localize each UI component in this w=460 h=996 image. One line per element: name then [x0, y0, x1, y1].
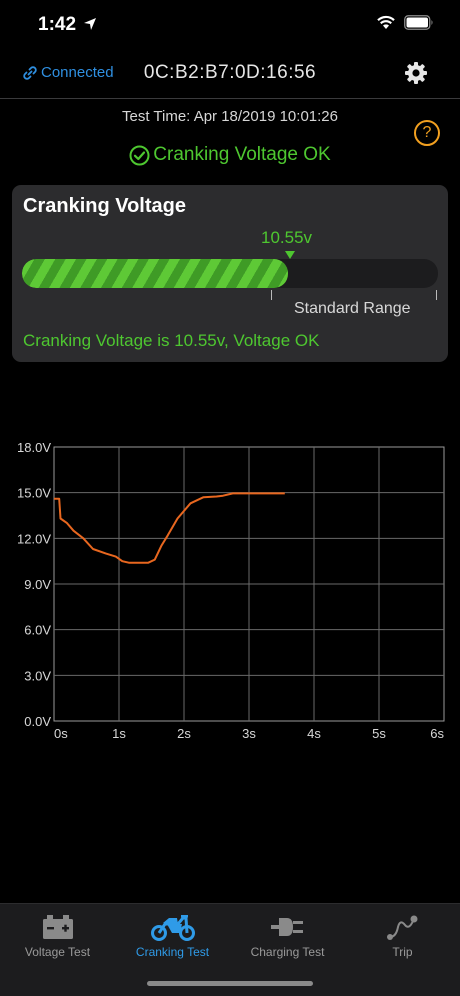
cranking-card: Cranking Voltage 10.55v Standard Range C… [12, 185, 448, 362]
x-tick-label: 1s [112, 726, 126, 741]
gauge-marker [285, 251, 295, 259]
x-tick-label: 4s [307, 726, 321, 741]
help-button[interactable]: ? [414, 120, 440, 146]
y-tick-label: 3.0V [24, 668, 51, 683]
x-tick-label: 2s [177, 726, 191, 741]
app-header: Connected 0C:B2:B7:0D:16:56 [0, 50, 460, 99]
y-tick-label: 6.0V [24, 623, 51, 638]
device-mac: 0C:B2:B7:0D:16:56 [143, 62, 317, 83]
x-tick-label: 3s [242, 726, 256, 741]
x-tick-label: 5s [372, 726, 386, 741]
range-label: Standard Range [294, 300, 411, 317]
status-banner: Cranking Voltage OK [0, 144, 460, 166]
status-bar: 1:42 [0, 0, 460, 50]
clock-time: 1:42 [38, 14, 77, 35]
gear-icon [405, 62, 427, 84]
screen: 1:42 Connected 0C:B2:B7:0D:16:56 Test Ti… [0, 0, 460, 996]
gauge-fill [22, 259, 289, 288]
tab-voltage-test[interactable]: Voltage Test [0, 912, 115, 959]
tab-cranking-test[interactable]: Cranking Test [115, 912, 230, 959]
gauge-track [22, 259, 438, 288]
home-indicator [147, 981, 313, 986]
y-tick-label: 18.0V [17, 440, 51, 455]
voltage-line [54, 492, 285, 564]
tab-charging-test[interactable]: Charging Test [230, 912, 345, 959]
x-tick-label: 0s [54, 726, 68, 741]
status-icons [376, 15, 434, 30]
range-end-tick [436, 290, 437, 300]
check-circle-icon [129, 145, 150, 165]
route-icon [386, 915, 417, 940]
tab-label: Trip [392, 945, 413, 959]
location-arrow-icon [84, 18, 97, 30]
settings-button[interactable] [404, 61, 428, 90]
plug-icon [270, 918, 303, 936]
tab-trip[interactable]: Trip [345, 912, 460, 959]
clock: 1:42 [38, 14, 97, 36]
motorcycle-icon [150, 915, 195, 941]
range-start-tick [271, 290, 272, 300]
battery-icon [42, 915, 73, 939]
wifi-icon [377, 15, 395, 29]
gauge-value: 10.55v [261, 228, 313, 247]
x-tick-label: 6s [430, 726, 444, 741]
tab-label: Voltage Test [24, 945, 91, 959]
y-tick-label: 15.0V [17, 486, 51, 501]
voltage-chart: 0s 1s 2s 3s 4s 5s 6s 0.0V 3.0V 6.0V 9.0V 12.0V 15.0V… [17, 440, 445, 741]
y-tick-label: 0.0V [24, 714, 51, 729]
tab-label: Charging Test [250, 945, 325, 959]
battery-status-icon [404, 15, 433, 30]
y-tick-label: 12.0V [17, 531, 51, 546]
card-title: Cranking Voltage [23, 195, 186, 217]
tab-label: Cranking Test [135, 945, 210, 959]
test-time: Test Time: Apr 18/2019 10:01:26 [122, 108, 338, 125]
status-message: Cranking Voltage OK [153, 144, 331, 165]
y-tick-label: 9.0V [24, 577, 51, 592]
gauge-message: Cranking Voltage is 10.55v, Voltage OK [23, 331, 320, 350]
